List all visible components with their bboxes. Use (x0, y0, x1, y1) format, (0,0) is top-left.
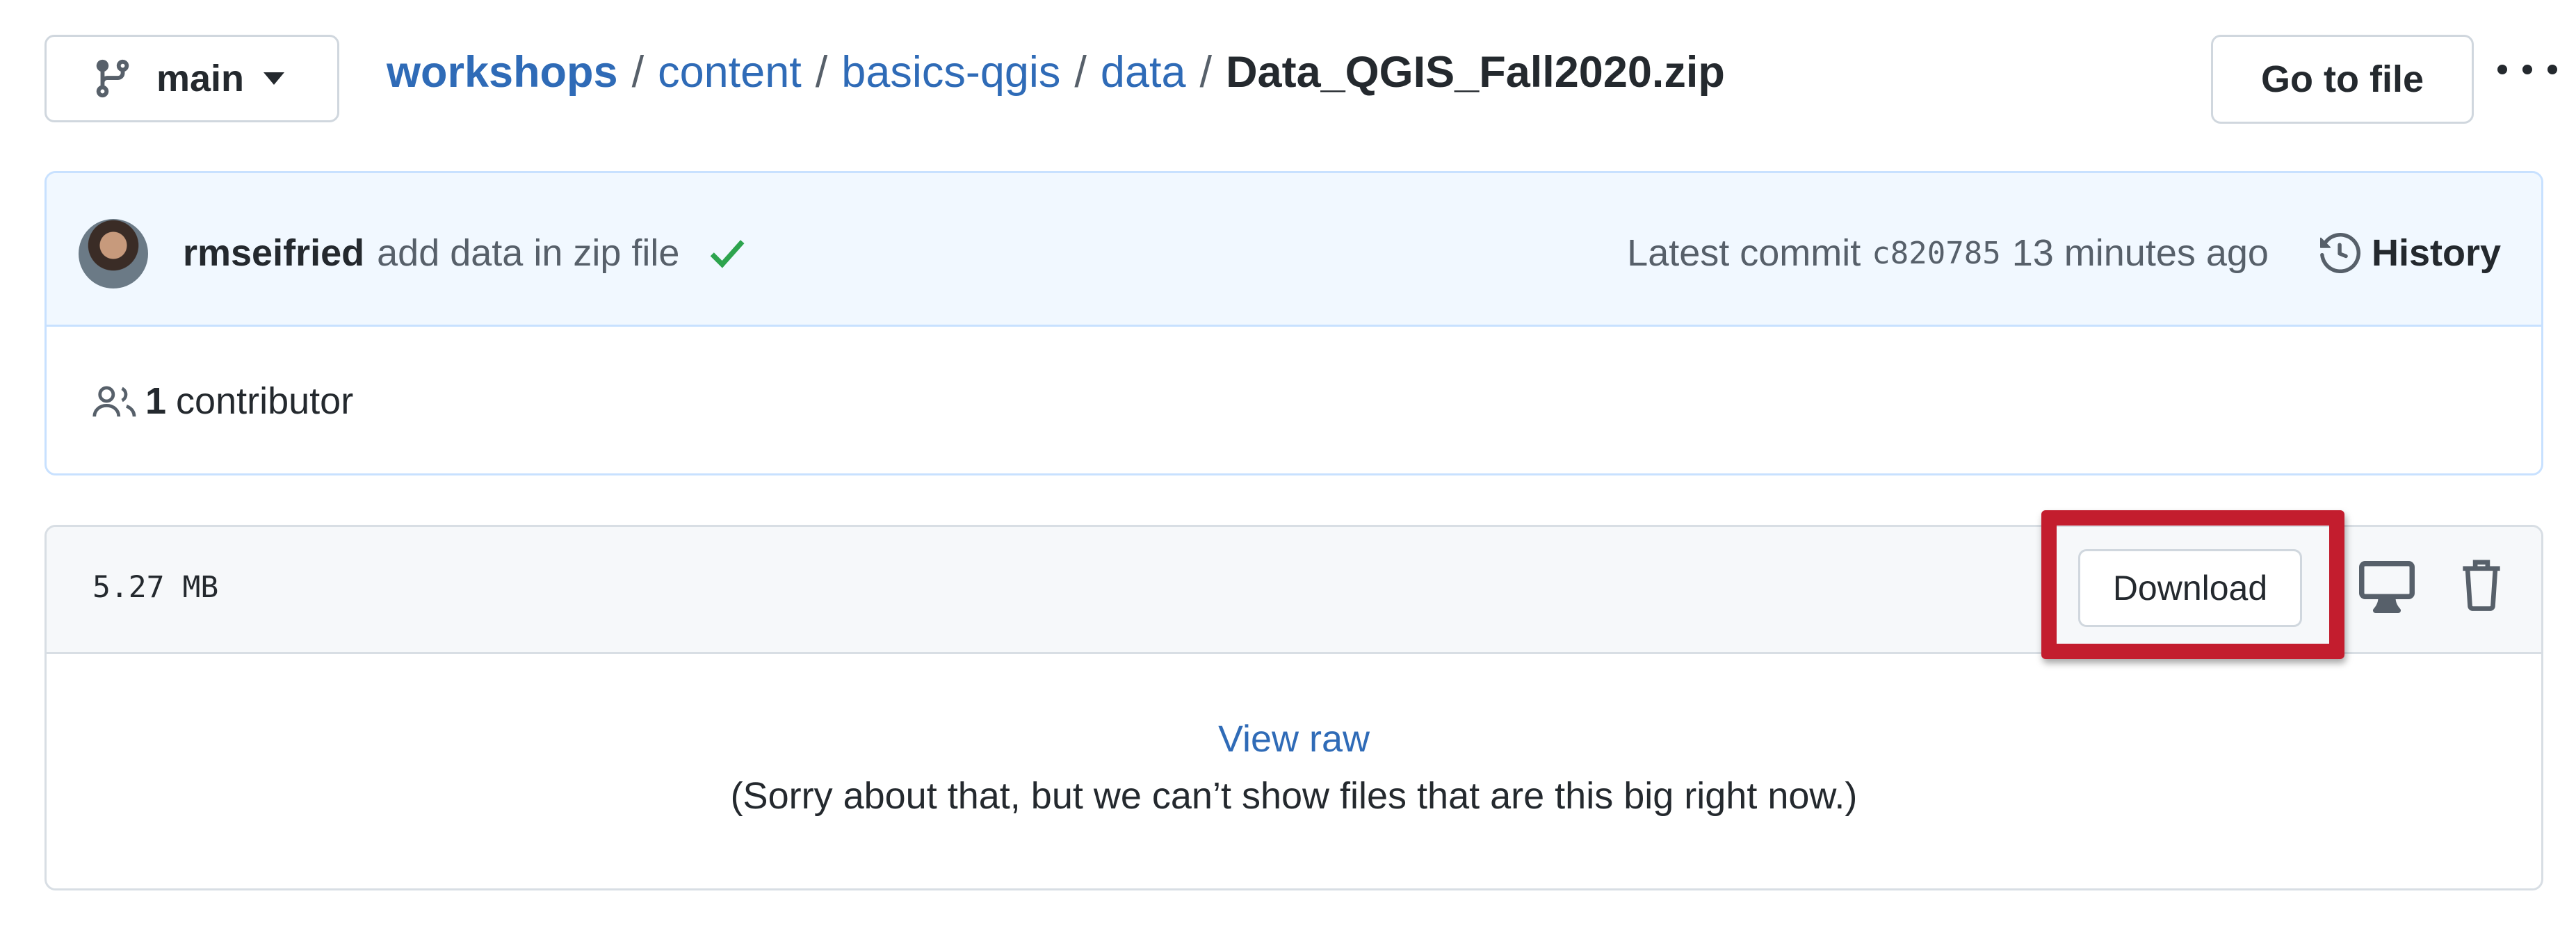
latest-commit-box: rmseifried add data in zip file Latest c… (44, 171, 2543, 475)
commit-message-row: rmseifried add data in zip file (183, 222, 747, 284)
file-body: View raw (Sorry about that, but we can’t… (47, 654, 2541, 888)
caret-down-icon (264, 72, 285, 86)
history-label: History (2371, 232, 2501, 274)
file-too-big-message: (Sorry about that, but we can’t show fil… (730, 775, 1858, 817)
branch-select-button[interactable]: main (44, 35, 339, 122)
kebab-horizontal-icon (2493, 63, 2562, 76)
git-branch-icon (91, 57, 134, 100)
avatar[interactable] (79, 219, 148, 288)
history-icon (2319, 233, 2360, 273)
trash-icon[interactable] (2459, 556, 2504, 612)
more-options-button[interactable] (2493, 49, 2562, 90)
breadcrumb-file-name: Data_QGIS_Fall2020.zip (1226, 48, 1725, 97)
breadcrumb: workshops / content / basics-qgis / data… (387, 43, 1725, 101)
commit-message-link[interactable]: add data in zip file (377, 231, 679, 275)
breadcrumb-separator: / (815, 48, 828, 97)
breadcrumb-repo-link[interactable]: workshops (387, 47, 618, 97)
commit-sha-link[interactable]: c820785 (1872, 236, 2000, 271)
contributor-count: 1 (145, 380, 167, 422)
contributor-label: contributor (176, 380, 354, 422)
file-size: 5.27 MB (92, 570, 219, 605)
commit-time: 13 minutes ago (2011, 232, 2269, 274)
breadcrumb-data-link[interactable]: data (1101, 47, 1186, 97)
download-highlight-annotation (2041, 510, 2344, 659)
go-to-file-button[interactable]: Go to file (2211, 35, 2474, 124)
contributors-row[interactable]: 1 contributor (47, 327, 2541, 473)
breadcrumb-basics-qgis-link[interactable]: basics-qgis (841, 47, 1060, 97)
latest-commit-label: Latest commit (1627, 232, 1861, 274)
view-raw-link[interactable]: View raw (1218, 717, 1370, 760)
commit-header: rmseifried add data in zip file Latest c… (47, 173, 2541, 327)
history-link[interactable]: History (2319, 231, 2501, 275)
check-icon[interactable] (707, 237, 747, 269)
people-icon (91, 383, 140, 419)
desktop-icon[interactable] (2359, 558, 2415, 613)
breadcrumb-separator: / (1199, 48, 1213, 97)
commit-meta: Latest commit c820785 13 minutes ago His… (1627, 222, 2501, 284)
breadcrumb-content-link[interactable]: content (658, 47, 802, 97)
breadcrumb-separator: / (1074, 48, 1087, 97)
breadcrumb-separator: / (631, 48, 645, 97)
commit-author-link[interactable]: rmseifried (183, 231, 364, 275)
branch-name: main (156, 58, 245, 99)
